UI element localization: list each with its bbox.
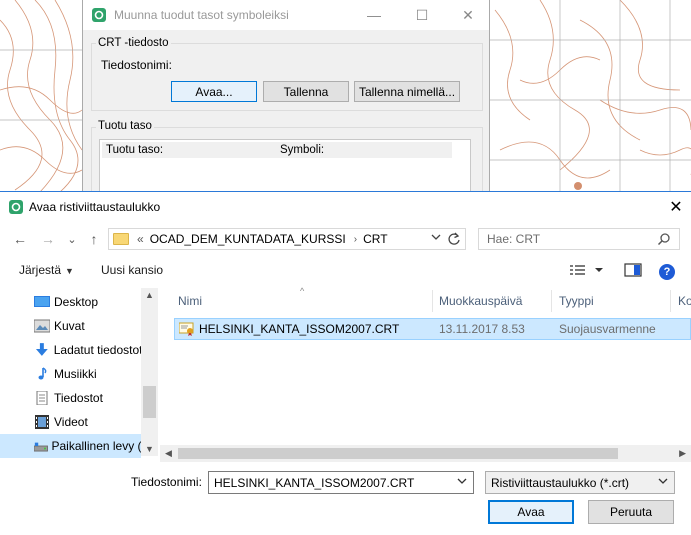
nav-item-downloads[interactable]: Ladatut tiedostot <box>0 338 141 362</box>
forward-arrow-icon[interactable]: → <box>38 229 58 249</box>
column-header-size[interactable]: Ko <box>678 288 691 314</box>
file-list-horizontal-scrollbar[interactable]: ◀ ▶ <box>160 445 691 462</box>
crt-group-label: CRT -tiedosto <box>96 37 171 49</box>
column-header-name[interactable]: Nimi <box>178 288 202 314</box>
app-icon <box>92 8 106 22</box>
nav-item-label: Paikallinen levy (C:) <box>51 439 142 453</box>
downloads-icon <box>35 343 48 356</box>
filetype-value: Ristiviittaustaulukko (*.crt) <box>491 475 630 490</box>
search-icon[interactable] <box>657 232 671 246</box>
layer-group-label: Tuotu taso <box>96 120 154 132</box>
column-header-modified[interactable]: Muokkauspäivä <box>439 288 522 314</box>
column-divider[interactable] <box>432 290 433 312</box>
search-input[interactable] <box>487 232 647 246</box>
new-folder-button[interactable]: Uusi kansio <box>101 263 163 277</box>
scrollbar-thumb[interactable] <box>178 448 618 459</box>
filetype-select[interactable]: Ristiviittaustaulukko (*.crt) <box>485 471 675 494</box>
bg-save-as-button[interactable]: Tallenna nimellä... <box>354 81 460 102</box>
recent-locations-chevron-icon[interactable]: ⌄ <box>62 229 82 249</box>
breadcrumb-overflow[interactable]: « <box>137 232 144 246</box>
column-header-type[interactable]: Tyyppi <box>559 288 594 314</box>
videos-icon <box>35 415 49 429</box>
bg-dialog-title: Muunna tuodut tasot symboleiksi <box>114 8 289 22</box>
bg-open-button[interactable]: Avaa... <box>171 81 257 102</box>
nav-item-local-disk[interactable]: Paikallinen levy (C:) <box>0 434 141 458</box>
nav-item-label: Videot <box>54 415 88 429</box>
chevron-down-icon[interactable] <box>457 476 467 486</box>
nav-item-label: Musiikki <box>54 367 97 381</box>
layer-symbol-list[interactable]: Tuotu taso: Symboli: <box>99 139 471 192</box>
nav-pane-scrollbar[interactable]: ▲ ▼ <box>141 288 158 456</box>
breadcrumb-separator-icon[interactable]: › <box>354 234 357 245</box>
nav-item-label: Tiedostot <box>54 391 103 405</box>
close-icon[interactable]: ✕ <box>661 192 691 222</box>
scroll-right-icon[interactable]: ▶ <box>679 448 686 459</box>
pictures-icon <box>34 319 50 333</box>
open-file-dialog: Avaa ristiviittaustaulukko ✕ ← → ⌄ ↑ « O… <box>0 191 691 535</box>
column-divider[interactable] <box>551 290 552 312</box>
drive-icon <box>34 442 48 452</box>
file-list: ^ Nimi Muokkauspäivä Tyyppi Ko HELSINKI_… <box>160 286 691 458</box>
nav-item-desktop[interactable]: Desktop <box>0 290 141 314</box>
layer-column-header: Tuotu taso: <box>106 144 164 156</box>
file-dialog-titlebar: Avaa ristiviittaustaulukko ✕ <box>0 192 691 222</box>
folder-icon <box>113 233 129 245</box>
navigation-bar: ← → ⌄ ↑ « OCAD_DEM_KUNTADATA_KURSSI › CR… <box>0 226 691 252</box>
refresh-icon[interactable] <box>447 231 461 247</box>
documents-icon <box>36 391 48 405</box>
preview-pane-icon[interactable] <box>624 263 642 277</box>
up-arrow-icon[interactable]: ↑ <box>84 229 104 249</box>
back-arrow-icon[interactable]: ← <box>10 229 30 249</box>
filename-input[interactable] <box>214 475 444 490</box>
open-button[interactable]: Avaa <box>488 500 574 524</box>
caret-down-icon: ▼ <box>65 266 74 276</box>
cancel-button[interactable]: Peruuta <box>588 500 674 524</box>
file-type: Suojausvarmenne <box>559 322 656 336</box>
nav-item-label: Desktop <box>54 295 99 309</box>
nav-item-label: Ladatut tiedostot <box>53 343 141 357</box>
scrollbar-thumb[interactable] <box>143 386 156 418</box>
nav-item-documents[interactable]: Tiedostot <box>0 386 141 410</box>
filename-combobox[interactable] <box>208 471 474 494</box>
file-name: HELSINKI_KANTA_ISSOM2007.CRT <box>199 322 400 336</box>
bg-filename-label: Tiedostonimi: <box>101 58 172 72</box>
navigation-pane: Desktop Kuvat Ladatut tiedostot Musiikki… <box>0 288 158 458</box>
desktop-icon <box>34 296 50 307</box>
scroll-up-icon[interactable]: ▲ <box>145 290 154 300</box>
app-icon <box>9 200 23 214</box>
view-options-icon[interactable] <box>569 263 605 277</box>
filename-label: Tiedostonimi: <box>131 475 202 489</box>
scroll-down-icon[interactable]: ▼ <box>145 444 154 454</box>
minimize-icon[interactable]: — <box>351 0 397 30</box>
nav-item-label: Kuvat <box>54 319 85 333</box>
address-dropdown-icon[interactable] <box>431 232 441 242</box>
file-modified: 13.11.2017 8.53 <box>439 322 525 336</box>
column-divider[interactable] <box>670 290 671 312</box>
bg-save-button[interactable]: Tallenna <box>263 81 349 102</box>
address-bar[interactable]: « OCAD_DEM_KUNTADATA_KURSSI › CRT <box>108 228 466 250</box>
search-box[interactable] <box>478 228 680 250</box>
certificate-icon <box>179 322 194 336</box>
breadcrumb-item[interactable]: CRT <box>363 232 387 246</box>
music-icon <box>38 367 47 380</box>
nav-item-music[interactable]: Musiikki <box>0 362 141 386</box>
symbol-column-header: Symboli: <box>280 144 325 156</box>
convert-layers-dialog: Muunna tuodut tasot symboleiksi — ☐ ✕ CR… <box>82 0 490 192</box>
file-dialog-title: Avaa ristiviittaustaulukko <box>29 200 161 214</box>
help-icon[interactable]: ? <box>659 264 675 280</box>
scroll-left-icon[interactable]: ◀ <box>165 448 172 459</box>
command-bar: Järjestä ▼ Uusi kansio <box>0 258 691 284</box>
nav-item-pictures[interactable]: Kuvat <box>0 314 141 338</box>
maximize-icon[interactable]: ☐ <box>399 0 445 30</box>
nav-item-videos[interactable]: Videot <box>0 410 141 434</box>
organize-menu[interactable]: Järjestä ▼ <box>19 263 74 277</box>
chevron-down-icon[interactable] <box>658 476 668 486</box>
file-row[interactable]: HELSINKI_KANTA_ISSOM2007.CRT 13.11.2017 … <box>174 318 691 340</box>
sort-ascending-icon: ^ <box>300 286 305 296</box>
close-icon[interactable]: ✕ <box>445 0 491 30</box>
breadcrumb-item[interactable]: OCAD_DEM_KUNTADATA_KURSSI <box>150 232 346 246</box>
organize-label: Järjestä <box>19 263 62 277</box>
